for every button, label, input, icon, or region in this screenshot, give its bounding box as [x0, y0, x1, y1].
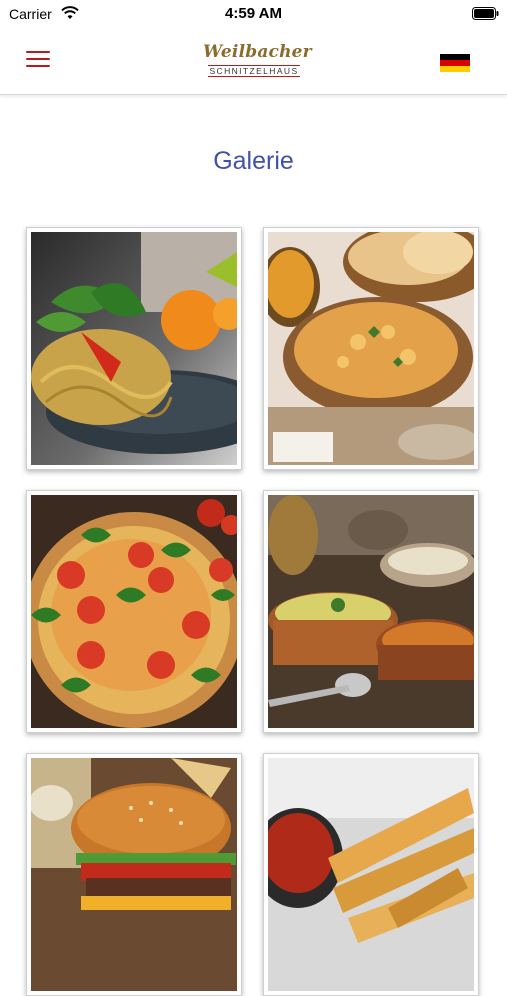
german-flag-icon[interactable] [440, 54, 470, 72]
burger-photo [31, 758, 237, 991]
spring-rolls-photo [268, 758, 474, 991]
app-header: Weilbacher SCHNITZELHAUS [0, 28, 507, 95]
gallery-image-curry[interactable] [263, 227, 479, 470]
pizza-photo [31, 495, 237, 728]
status-bar: Carrier 4:59 AM [0, 0, 507, 28]
gallery-image-spaghetti[interactable] [26, 227, 242, 470]
gallery-image-pizza[interactable] [26, 490, 242, 733]
page-title: Galerie [213, 147, 294, 175]
gallery-image-burger[interactable] [26, 753, 242, 996]
gallery-image-spring-rolls[interactable] [263, 753, 479, 996]
clock: 4:59 AM [225, 5, 282, 22]
spaghetti-photo [31, 232, 237, 465]
restaurant-logo[interactable]: Weilbacher SCHNITZELHAUS [203, 42, 312, 77]
hamburger-menu-icon[interactable] [26, 51, 50, 69]
battery-icon [472, 7, 499, 20]
indian-dishes-photo [268, 495, 474, 728]
logo-subtitle-text: SCHNITZELHAUS [208, 65, 300, 77]
curry-photo [268, 232, 474, 465]
gallery-image-indian-dishes[interactable] [263, 490, 479, 733]
logo-script-text: Weilbacher [203, 42, 312, 62]
